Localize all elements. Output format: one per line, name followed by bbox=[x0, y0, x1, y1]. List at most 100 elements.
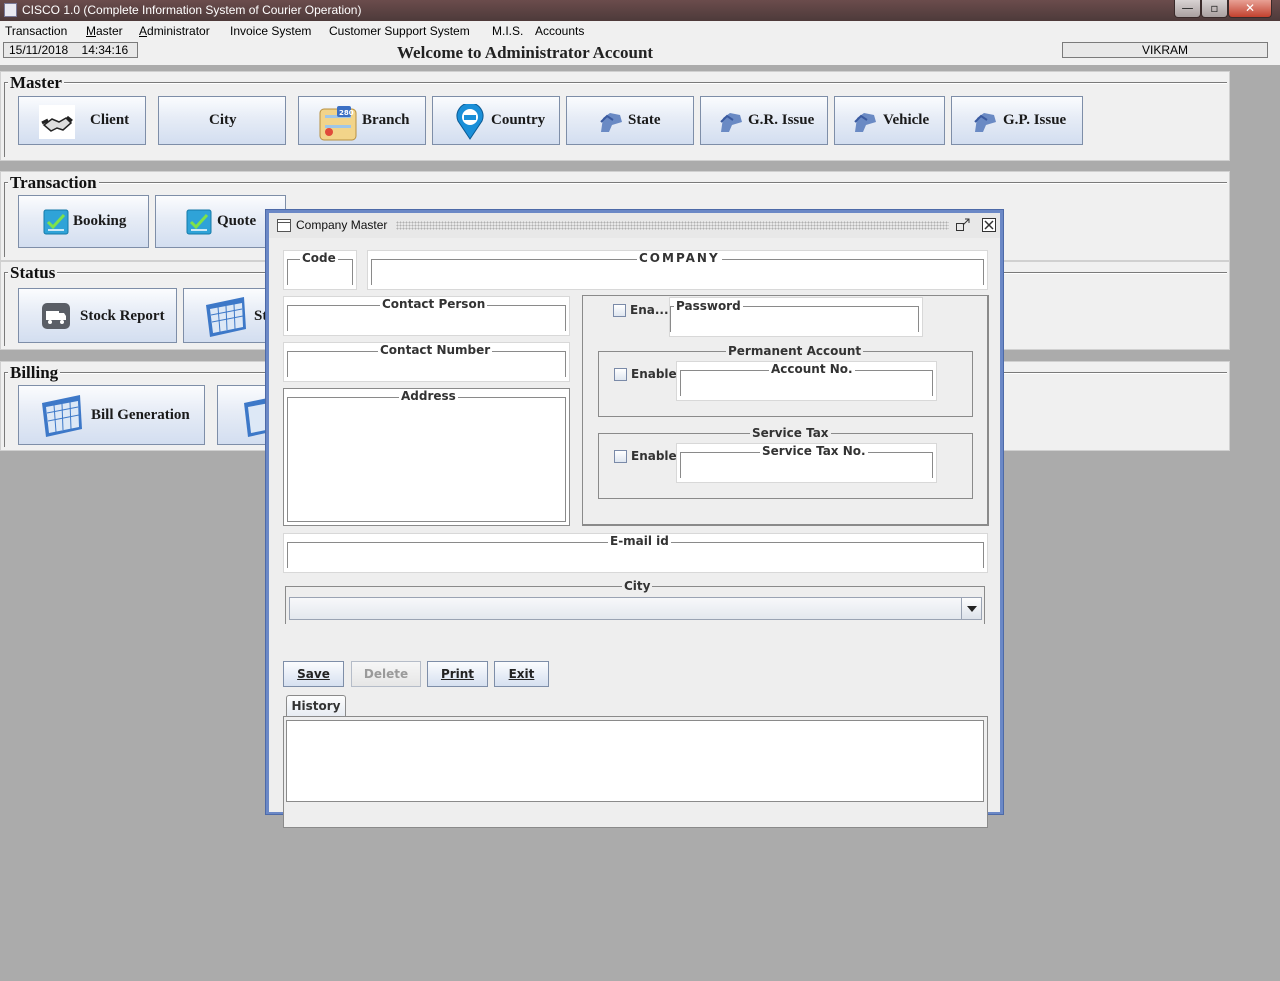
date-time-display: 15/11/2018 14:34:16 bbox=[3, 42, 138, 58]
service-tax-no-field[interactable]: Service Tax No. bbox=[676, 443, 937, 483]
state-label: State bbox=[628, 112, 661, 128]
map-pin-icon: 280 bbox=[319, 106, 357, 141]
gr-issue-icon bbox=[720, 113, 742, 132]
menu-invoice-system[interactable]: Invoice System bbox=[230, 24, 311, 38]
account-settings-group: Ena... Password Permanent Account Enable… bbox=[582, 295, 989, 526]
service-tax-no-label: Service Tax No. bbox=[760, 444, 868, 458]
delete-button[interactable]: Delete bbox=[351, 661, 421, 687]
bill-generation-button[interactable]: Bill Generation bbox=[18, 385, 205, 445]
status-legend: Status bbox=[8, 263, 58, 283]
menu-administrator[interactable]: Administrator bbox=[139, 24, 210, 38]
company-master-window: Company Master Code COMPANY Contact Pers… bbox=[265, 209, 1004, 828]
menu-bar: Transaction Master Administrator Invoice… bbox=[0, 21, 1280, 41]
gp-issue-button[interactable]: G.P. Issue bbox=[951, 96, 1083, 145]
handshake-icon bbox=[39, 105, 75, 139]
location-pin-icon bbox=[456, 104, 484, 140]
service-tax-label: Service Tax bbox=[750, 426, 831, 440]
exit-button[interactable]: Exit bbox=[494, 661, 549, 687]
company-field[interactable]: COMPANY bbox=[367, 250, 988, 290]
city-dropdown-button[interactable] bbox=[961, 598, 981, 619]
date-text: 15/11/2018 bbox=[9, 43, 69, 57]
vehicle-button[interactable]: Vehicle bbox=[834, 96, 945, 145]
booking-button[interactable]: Booking bbox=[18, 195, 149, 248]
gr-issue-button[interactable]: G.R. Issue bbox=[700, 96, 828, 145]
gr-issue-label: G.R. Issue bbox=[748, 112, 815, 128]
client-label: Client bbox=[90, 112, 130, 128]
stock-report-label: Stock Report bbox=[80, 308, 165, 324]
city-select[interactable] bbox=[289, 597, 982, 620]
restore-icon[interactable] bbox=[955, 217, 971, 233]
quote-label: Quote bbox=[217, 213, 257, 229]
menu-mis[interactable]: M.I.S. bbox=[492, 24, 523, 38]
window-title-bar: CISCO 1.0 (Complete Information System o… bbox=[0, 0, 1280, 21]
calendar-icon bbox=[206, 297, 246, 337]
menu-master[interactable]: Master bbox=[86, 24, 123, 38]
city-button[interactable]: City bbox=[158, 96, 286, 145]
enable-service-tax-checkbox[interactable] bbox=[614, 450, 627, 463]
transaction-legend: Transaction bbox=[8, 173, 99, 193]
history-textarea[interactable] bbox=[286, 720, 984, 802]
branch-button[interactable]: 280 Branch bbox=[298, 96, 426, 145]
enable-password-label: Ena... bbox=[630, 303, 669, 317]
code-label: Code bbox=[300, 251, 338, 265]
address-label: Address bbox=[399, 389, 458, 403]
city-label: City bbox=[622, 579, 653, 593]
gp-issue-label: G.P. Issue bbox=[1003, 112, 1067, 128]
booking-label: Booking bbox=[73, 213, 127, 229]
bill-generation-label: Bill Generation bbox=[91, 407, 190, 423]
maximize-button[interactable]: ▫ bbox=[1201, 0, 1228, 18]
truck-icon bbox=[42, 303, 70, 329]
branch-label: Branch bbox=[362, 112, 410, 128]
state-button[interactable]: State bbox=[566, 96, 694, 145]
country-button[interactable]: Country bbox=[432, 96, 560, 145]
close-button[interactable]: ✕ bbox=[1228, 0, 1272, 18]
enable-service-tax-label: Enable bbox=[631, 449, 677, 463]
menu-customer-support-system[interactable]: Customer Support System bbox=[329, 24, 470, 38]
menu-transaction[interactable]: Transaction bbox=[5, 24, 67, 38]
account-no-label: Account No. bbox=[769, 362, 855, 376]
contact-number-label: Contact Number bbox=[378, 343, 493, 357]
enable-account-label: Enable bbox=[631, 367, 677, 381]
checklist-icon bbox=[43, 209, 69, 235]
client-button[interactable]: Client bbox=[18, 96, 146, 145]
calendar-icon bbox=[42, 395, 82, 437]
service-tax-group: Service Tax Enable Service Tax No. bbox=[598, 426, 973, 499]
history-panel bbox=[283, 716, 988, 828]
code-field[interactable]: Code bbox=[283, 250, 357, 290]
stock-report-button[interactable]: Stock Report bbox=[18, 288, 177, 343]
welcome-heading: Welcome to Administrator Account bbox=[397, 43, 654, 62]
company-label: COMPANY bbox=[637, 251, 722, 265]
city-group: City bbox=[285, 579, 985, 624]
save-button[interactable]: Save bbox=[283, 661, 344, 687]
email-field[interactable]: E-mail id bbox=[283, 533, 988, 573]
print-button[interactable]: Print bbox=[427, 661, 488, 687]
permanent-account-label: Permanent Account bbox=[726, 344, 864, 358]
master-panel: Master Client City 280 Branch Country St… bbox=[0, 71, 1230, 161]
minimize-button[interactable]: — bbox=[1174, 0, 1201, 18]
password-field[interactable]: Password bbox=[669, 297, 923, 337]
history-tab[interactable]: History bbox=[286, 695, 346, 717]
company-master-body: Code COMPANY Contact Person Contact Numb… bbox=[269, 238, 1000, 828]
company-master-titlebar[interactable]: Company Master bbox=[269, 213, 1000, 238]
enable-password-checkbox[interactable] bbox=[613, 304, 626, 317]
contact-person-field[interactable]: Contact Person bbox=[283, 296, 570, 336]
time-text: 14:34:16 bbox=[81, 43, 129, 57]
menu-accounts[interactable]: Accounts bbox=[535, 24, 584, 38]
window-title: CISCO 1.0 (Complete Information System o… bbox=[22, 3, 362, 17]
checklist-icon bbox=[186, 209, 212, 235]
contact-person-label: Contact Person bbox=[380, 297, 488, 311]
gp-issue-icon bbox=[974, 113, 996, 132]
close-icon[interactable] bbox=[981, 217, 997, 233]
city-label: City bbox=[209, 112, 237, 128]
window-icon bbox=[277, 219, 291, 232]
status-row: 15/11/2018 14:34:16 Welcome to Administr… bbox=[0, 41, 1280, 65]
state-map-icon bbox=[600, 113, 622, 132]
password-label: Password bbox=[674, 299, 743, 313]
chevron-down-icon bbox=[967, 606, 977, 612]
address-textarea[interactable]: Address bbox=[283, 388, 570, 526]
contact-number-field[interactable]: Contact Number bbox=[283, 342, 570, 382]
java-app-icon bbox=[4, 3, 17, 17]
account-no-field[interactable]: Account No. bbox=[676, 361, 937, 401]
enable-account-checkbox[interactable] bbox=[614, 368, 627, 381]
vehicle-icon bbox=[854, 113, 876, 132]
